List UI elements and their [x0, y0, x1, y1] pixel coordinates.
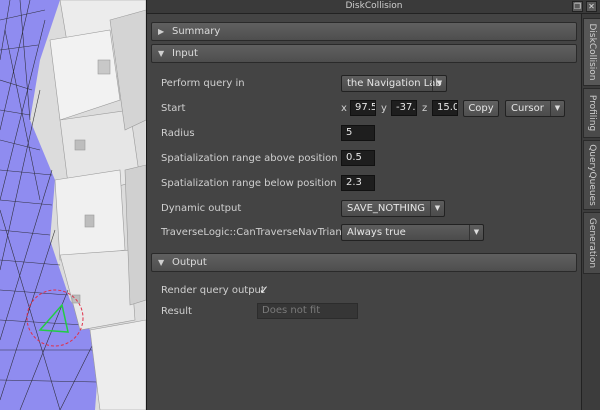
dynamic-output-label: Dynamic output [161, 203, 242, 214]
start-y-label: y [381, 103, 387, 114]
start-z-label: z [422, 103, 428, 114]
traverse-logic-value: Always true [347, 227, 406, 238]
summary-section-label: Summary [172, 26, 221, 37]
chevron-down-icon: ▼ [550, 101, 564, 116]
panel-content: ▶ Summary ▼ Input Perform query in the N… [147, 14, 581, 410]
cursor-select-value: Cursor [511, 103, 544, 114]
disk-collision-panel: DiskCollision ❐ ✕ ▶ Summary ▼ Input Perf… [146, 0, 600, 410]
chevron-down-icon: ▼ [430, 201, 444, 216]
output-section-header[interactable]: ▼ Output [151, 253, 577, 272]
close-icon[interactable]: ✕ [586, 1, 597, 12]
result-field: Does not fit [257, 303, 358, 319]
tab-profiling-label: Profiling [587, 94, 597, 132]
start-y-field[interactable]: -37.8 [391, 100, 417, 116]
input-section-header[interactable]: ▼ Input [151, 44, 577, 63]
dynamic-output-value: SAVE_NOTHING [347, 203, 426, 214]
start-x-field[interactable]: 97.5 [350, 100, 376, 116]
start-z-field[interactable]: 15.0 [432, 100, 458, 116]
tab-query-queues-label: QueryQueues [587, 144, 597, 206]
start-x-label: x [341, 103, 347, 114]
input-section-label: Input [172, 48, 198, 59]
range-above-field[interactable]: 0.5 [341, 150, 375, 166]
traverse-logic-select[interactable]: Always true ▼ [341, 224, 484, 241]
result-label: Result [161, 306, 192, 317]
cursor-select[interactable]: Cursor ▼ [505, 100, 565, 117]
range-above-label: Spatialization range above position [161, 153, 338, 164]
tab-query-queues[interactable]: QueryQueues [583, 140, 600, 210]
perform-query-in-label: Perform query in [161, 78, 245, 89]
vertical-tab-bar: DiskCollision Profiling QueryQueues Gene… [581, 14, 600, 410]
render-query-output-checkbox[interactable]: ✓ [257, 283, 271, 297]
chevron-right-icon: ▶ [158, 27, 165, 36]
float-window-icon[interactable]: ❐ [572, 1, 583, 12]
perform-query-in-value: the Navigation Lab [347, 78, 442, 89]
output-section-label: Output [172, 257, 207, 268]
perform-query-in-select[interactable]: the Navigation Lab ▼ [341, 75, 447, 92]
dynamic-output-select[interactable]: SAVE_NOTHING ▼ [341, 200, 445, 217]
copy-button[interactable]: Copy [463, 100, 499, 117]
radius-field[interactable]: 5 [341, 125, 375, 141]
range-below-label: Spatialization range below position [161, 178, 337, 189]
chevron-down-icon: ▼ [158, 49, 165, 58]
chevron-down-icon: ▼ [469, 225, 483, 240]
traverse-logic-label: TraverseLogic::CanTraverseNavTriangle [161, 227, 357, 238]
tab-disk-collision[interactable]: DiskCollision [583, 18, 600, 86]
tab-generation[interactable]: Generation [583, 212, 600, 274]
panel-titlebar: DiskCollision ❐ ✕ [147, 0, 600, 14]
start-label: Start [161, 103, 186, 114]
radius-label: Radius [161, 128, 195, 139]
chevron-down-icon: ▼ [432, 76, 446, 91]
tab-profiling[interactable]: Profiling [583, 88, 600, 138]
tab-disk-collision-label: DiskCollision [587, 23, 597, 81]
chevron-down-icon: ▼ [158, 258, 165, 267]
tab-generation-label: Generation [587, 217, 597, 269]
render-query-output-label: Render query output [161, 285, 265, 296]
panel-title: DiskCollision [345, 1, 403, 11]
summary-section-header[interactable]: ▶ Summary [151, 22, 577, 41]
3d-viewport[interactable] [0, 0, 146, 410]
range-below-field[interactable]: 2.3 [341, 175, 375, 191]
